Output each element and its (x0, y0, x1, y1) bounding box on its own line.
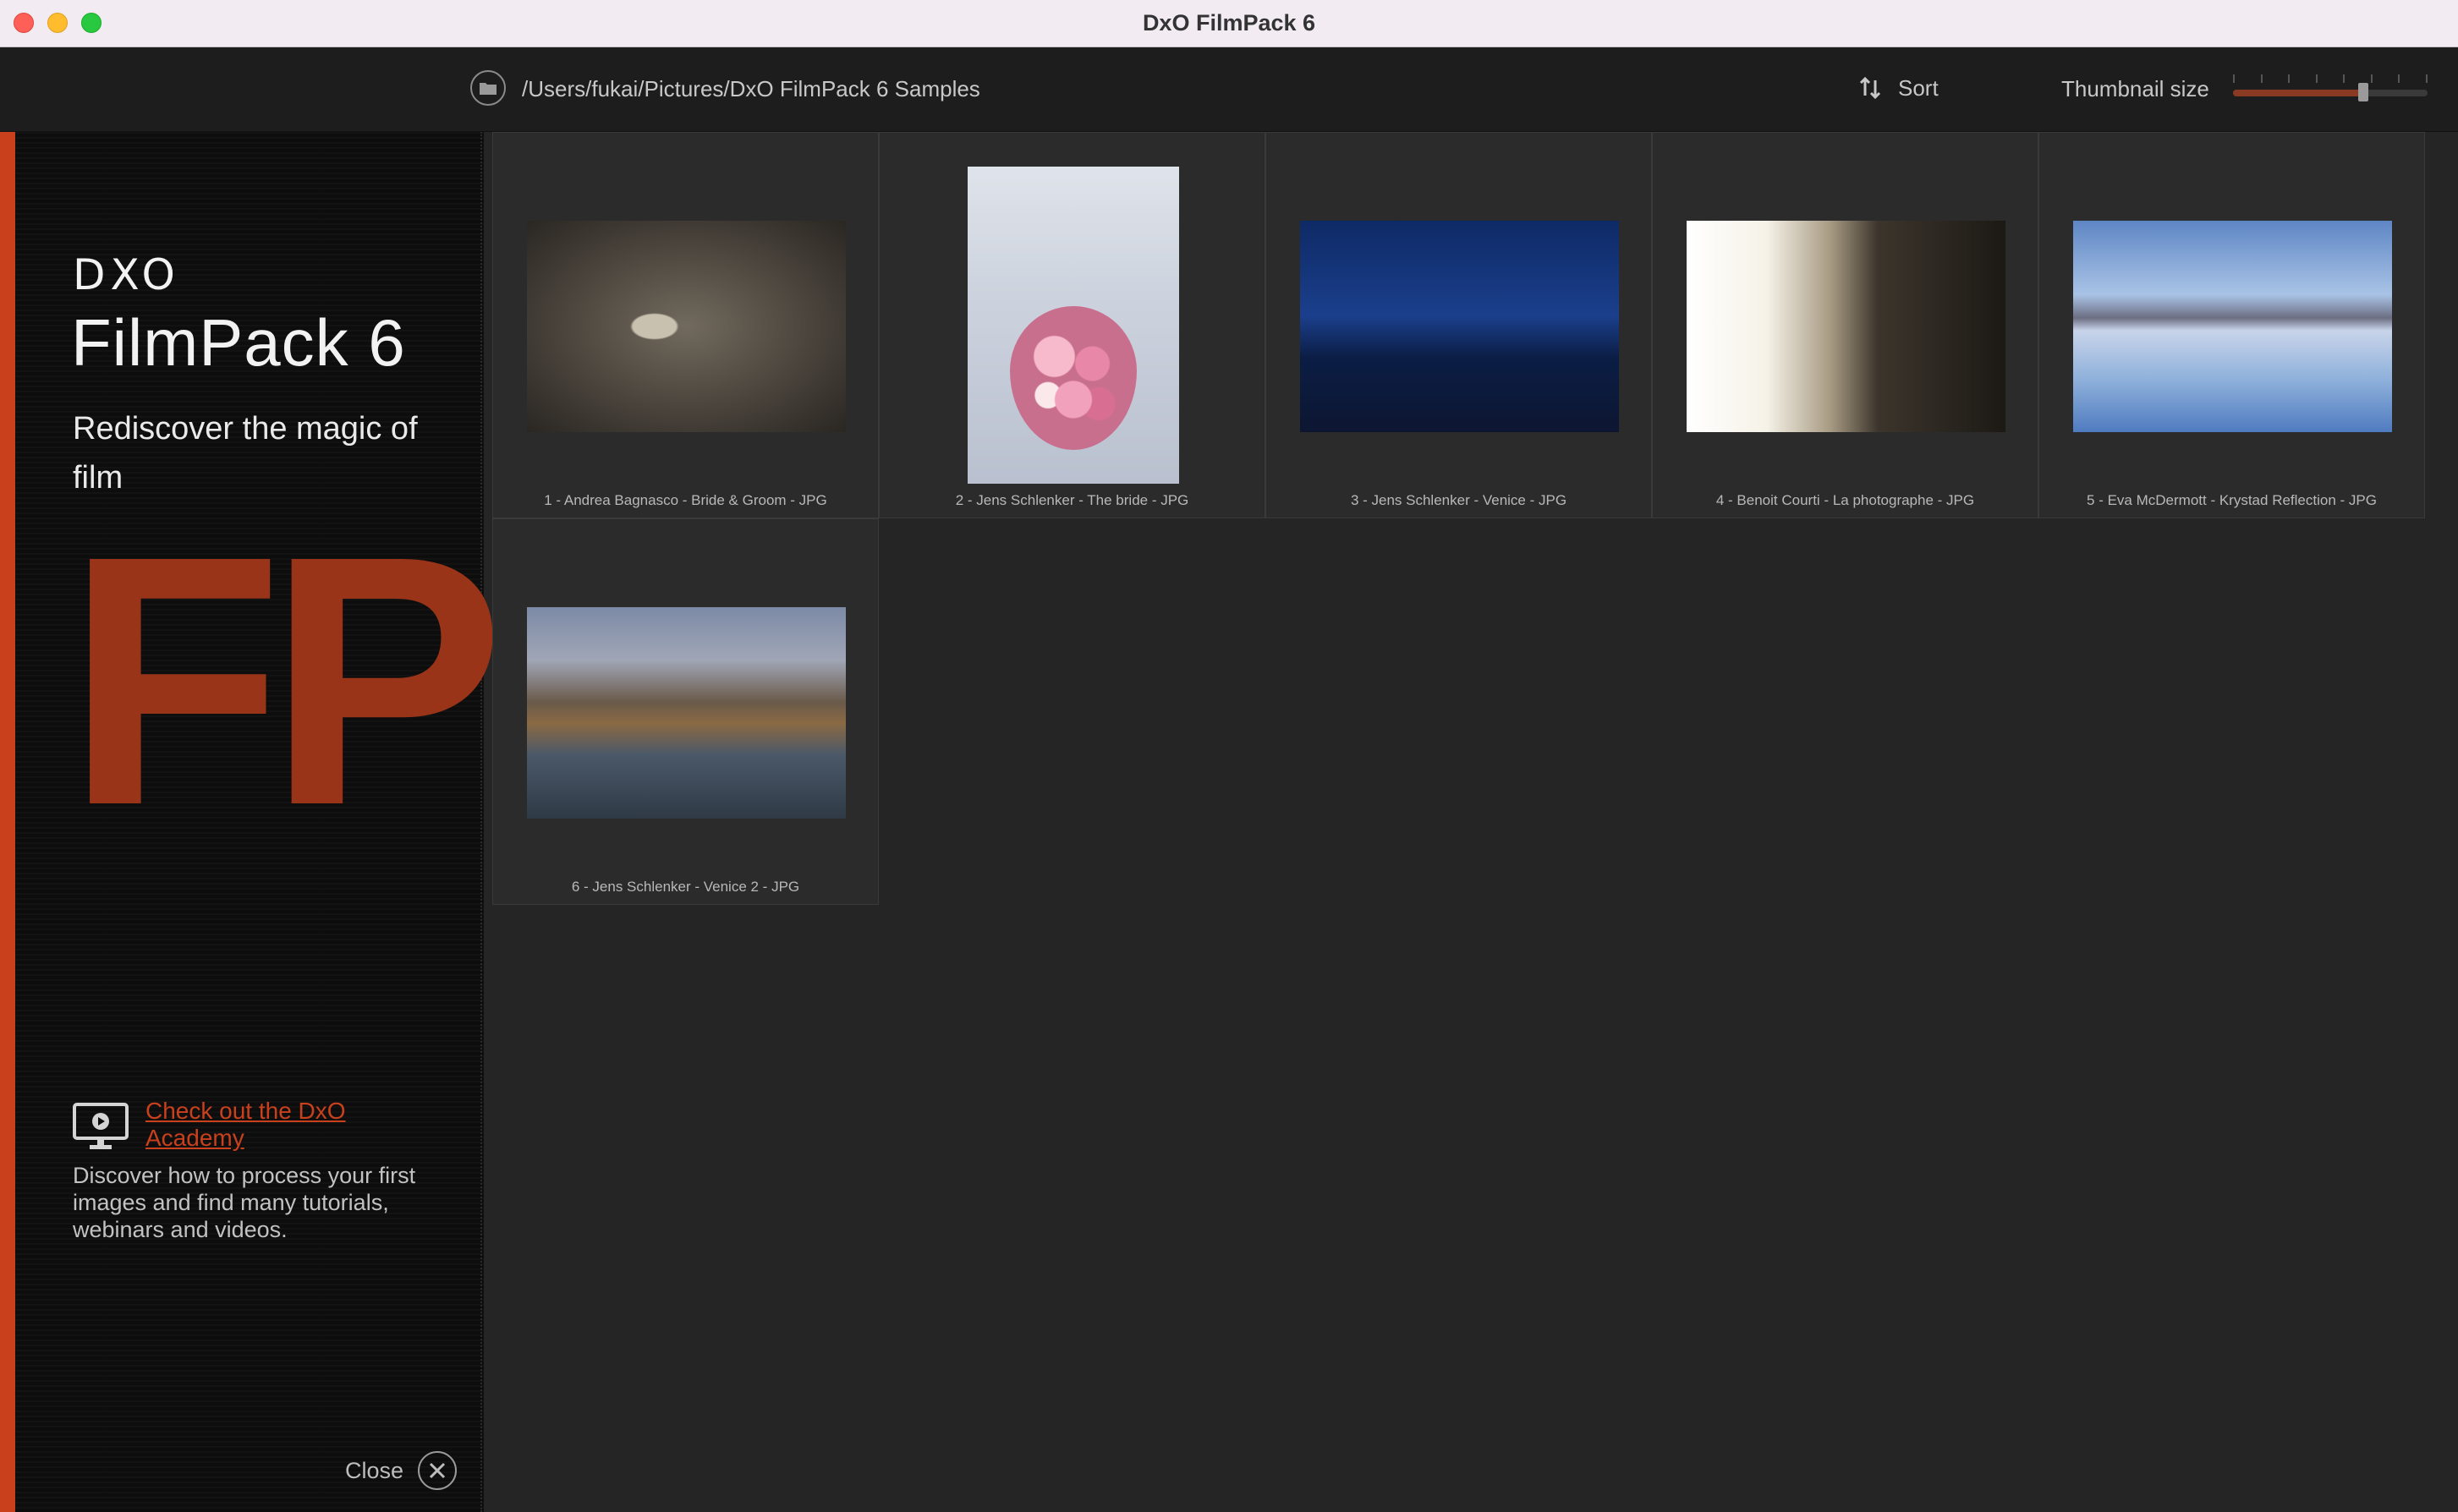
close-sidebar-button[interactable] (418, 1451, 457, 1490)
thumbnail-caption: 2 - Jens Schlenker - The bride - JPG (955, 492, 1189, 508)
academy-screen-icon (73, 1103, 129, 1149)
slider-tick (2426, 74, 2428, 83)
sort-button[interactable]: Sort (1857, 71, 1939, 105)
thumbnail-size-label: Thumbnail size (2061, 76, 2209, 101)
thumbnail-image[interactable] (2073, 221, 2392, 432)
thumbnail-caption: 5 - Eva McDermott - Krystad Reflection -… (2087, 492, 2377, 508)
thumbnail-image[interactable] (527, 607, 846, 819)
toolbar: /Users/fukai/Pictures/DxO FilmPack 6 Sam… (0, 47, 2458, 132)
thumbnail-cell[interactable]: 5 - Eva McDermott - Krystad Reflection -… (2038, 132, 2425, 518)
accent-bar (0, 132, 15, 1512)
thumbnail-caption: 3 - Jens Schlenker - Venice - JPG (1350, 492, 1567, 508)
close-label[interactable]: Close (345, 1458, 403, 1484)
close-icon (429, 1462, 446, 1479)
folder-button[interactable] (470, 70, 506, 106)
slider-fill (2233, 90, 2363, 96)
dxo-logo: DXO (73, 255, 180, 293)
folder-path: /Users/fukai/Pictures/DxO FilmPack 6 Sam… (522, 76, 980, 101)
thumbnail-caption: 1 - Andrea Bagnasco - Bride & Groom - JP… (544, 492, 827, 508)
fp-logo: FP (66, 483, 505, 879)
thumbnail-cell[interactable]: 3 - Jens Schlenker - Venice - JPG (1265, 132, 1652, 518)
thumbnail-cell[interactable]: 6 - Jens Schlenker - Venice 2 - JPG (492, 518, 879, 905)
thumbnail-caption: 6 - Jens Schlenker - Venice 2 - JPG (571, 879, 800, 895)
product-name: FilmPack 6 (71, 305, 406, 380)
slider-tick (2398, 74, 2400, 83)
thumbnail-image[interactable] (968, 167, 1179, 484)
slider-tick (2288, 74, 2290, 83)
svg-text:DXO: DXO (73, 255, 180, 293)
window-title: DxO FilmPack 6 (1142, 10, 1316, 36)
slider-tick (2343, 74, 2345, 83)
academy-description: Discover how to process your first image… (73, 1163, 416, 1242)
thumbnail-caption: 4 - Benoit Courti - La photographe - JPG (1715, 492, 1975, 508)
thumbnail-cell[interactable]: 4 - Benoit Courti - La photographe - JPG (1652, 132, 2038, 518)
bouquet-shape (1010, 306, 1137, 450)
slider-ticks (2233, 74, 2428, 85)
sort-label: Sort (1898, 74, 1939, 101)
welcome-sidebar: DXO FilmPack 6 Rediscover the magic of f… (0, 132, 505, 1512)
thumbnail-image[interactable] (1300, 221, 1619, 432)
thumbnail-cell[interactable]: 1 - Andrea Bagnasco - Bride & Groom - JP… (492, 132, 879, 518)
title-bar: DxO FilmPack 6 (0, 0, 2458, 47)
thumbnail-image[interactable] (527, 221, 846, 432)
slider-tick (2316, 74, 2318, 83)
academy-link[interactable]: Check out the DxO Academy (145, 1098, 425, 1152)
sort-icon (1859, 76, 1881, 100)
slider-tick (2261, 74, 2263, 83)
slider-knob[interactable] (2358, 83, 2368, 101)
thumbnail-cell[interactable]: 2 - Jens Schlenker - The bride - JPG (879, 132, 1265, 518)
thumbnail-image[interactable] (1687, 221, 2005, 432)
folder-icon (480, 83, 497, 95)
slider-tick (2233, 74, 2235, 83)
slider-track (2233, 90, 2428, 96)
slider-tick (2371, 74, 2373, 83)
thumbnail-size-slider[interactable] (2233, 66, 2428, 108)
